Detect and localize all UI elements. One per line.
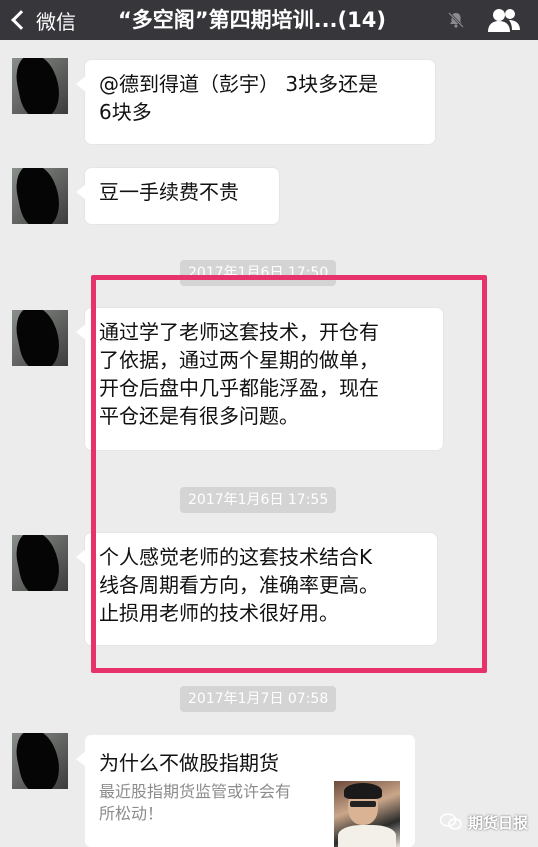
- article-link-card[interactable]: 为什么不做股指期货 最近股指期货监管或许会有 所松动！: [76, 735, 415, 847]
- card-description: 最近股指期货监管或许会有 所松动！: [99, 781, 329, 825]
- message-bubble: @德到得道（彭宇） 3块多还是 6块多: [76, 60, 435, 144]
- back-label: 微信: [36, 9, 76, 34]
- message-text-line: 6块多: [99, 100, 152, 124]
- message-text-line: @德到得道（彭宇） 3块多还是: [99, 72, 379, 96]
- chat-title: “多空阁”第四期培训...(14): [118, 8, 386, 32]
- card-description-line: 最近股指期货监管或许会有: [99, 782, 292, 801]
- timestamp: 2017年1月7日 07:58: [180, 686, 337, 712]
- back-button[interactable]: 微信: [8, 4, 76, 36]
- sender-avatar[interactable]: [12, 58, 68, 114]
- sender-avatar[interactable]: [12, 733, 68, 789]
- sender-avatar[interactable]: [12, 168, 68, 224]
- sender-avatar[interactable]: [12, 535, 68, 591]
- wechat-logo-icon: [440, 813, 462, 830]
- card-thumbnail: [334, 781, 400, 847]
- card-title: 为什么不做股指期货: [99, 751, 279, 775]
- mute-icon: [448, 12, 464, 28]
- group-members-icon[interactable]: [487, 7, 521, 33]
- chevron-left-icon: [11, 10, 31, 30]
- watermark-text: 期货日报: [468, 813, 529, 832]
- highlight-frame: [91, 275, 487, 673]
- watermark: 期货日报: [440, 808, 528, 836]
- sender-avatar[interactable]: [12, 310, 68, 366]
- message-text-line: 豆一手续费不贵: [99, 180, 239, 204]
- message-bubble: 豆一手续费不贵: [76, 168, 279, 224]
- top-navbar: 微信 “多空阁”第四期培训...(14): [0, 0, 538, 40]
- card-description-line: 所松动！: [99, 804, 164, 823]
